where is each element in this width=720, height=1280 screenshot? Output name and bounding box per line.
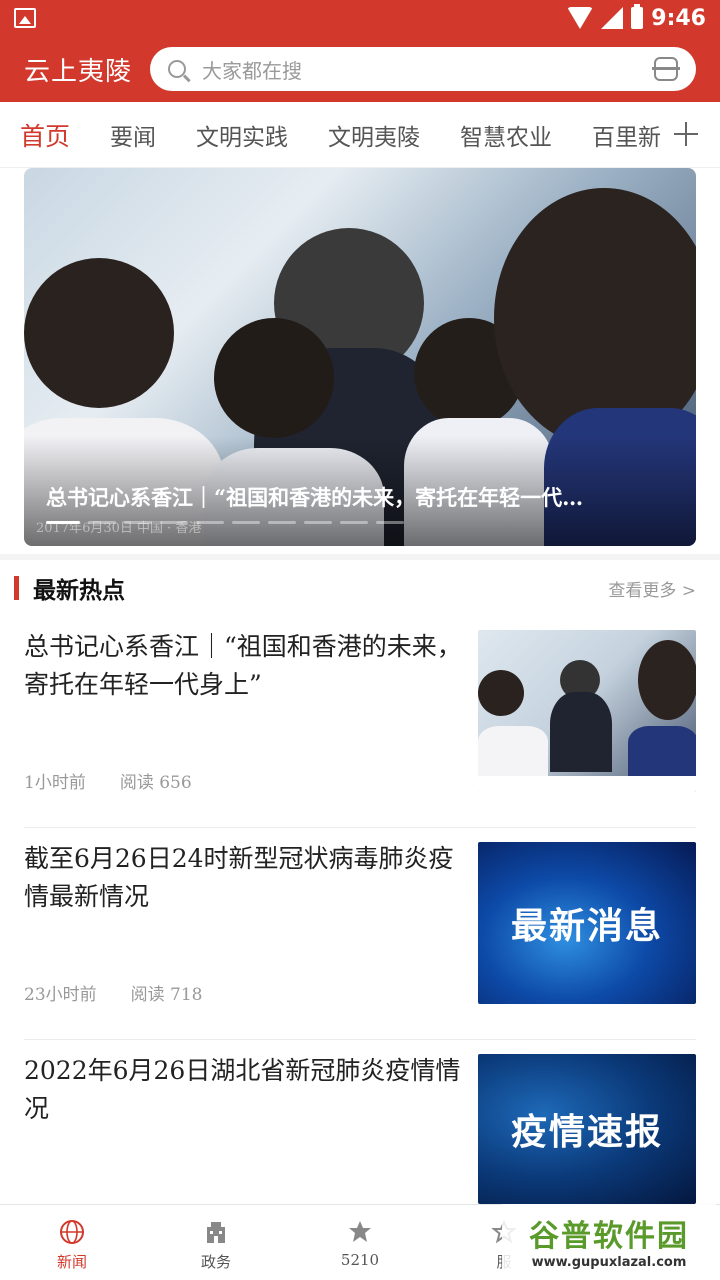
- carousel-dot: [340, 521, 368, 524]
- building-icon: [207, 1222, 225, 1243]
- news-thumbnail[interactable]: [478, 630, 696, 792]
- news-time: 23小时前: [24, 985, 97, 1005]
- app-header: 云上夷陵 大家都在搜: [0, 36, 720, 102]
- status-time: 9:46: [651, 5, 706, 31]
- add-tab-icon[interactable]: [674, 122, 698, 146]
- banner-photo-figure: [214, 318, 334, 438]
- nav-government[interactable]: 政务: [144, 1205, 288, 1280]
- news-title[interactable]: 总书记心系香江｜“祖国和香港的未来，寄托在年轻一代身上”: [24, 628, 464, 704]
- view-more-link[interactable]: 查看更多 >: [608, 576, 696, 601]
- news-thumbnail[interactable]: 疫情速报: [478, 1054, 696, 1204]
- tab-baili[interactable]: 百里新: [592, 118, 661, 152]
- section-title: 最新热点: [33, 577, 125, 604]
- scan-icon[interactable]: [652, 57, 680, 81]
- banner-photo-figure: [24, 258, 174, 408]
- watermark-url: www.gupuxlazal.com: [531, 1254, 687, 1270]
- news-item[interactable]: 总书记心系香江｜“祖国和香港的未来，寄托在年轻一代身上” 1小时前 阅读 656: [24, 616, 696, 828]
- news-reads: 阅读 718: [130, 985, 203, 1005]
- tab-civilized-yiling[interactable]: 文明夷陵: [328, 118, 420, 152]
- carousel-dot: [268, 521, 296, 524]
- tab-civilization-practice[interactable]: 文明实践: [196, 118, 288, 152]
- banner-title[interactable]: 总书记心系香江｜“祖国和香港的未来，寄托在年轻一代…: [46, 482, 674, 512]
- wifi-icon: [567, 7, 594, 29]
- watermark-text: 谷普软件园: [529, 1218, 689, 1254]
- tab-smart-agriculture[interactable]: 智慧农业: [460, 118, 552, 152]
- news-thumbnail[interactable]: 最新消息: [478, 842, 696, 1004]
- carousel-dot: [232, 521, 260, 524]
- section-accent-bar: [14, 576, 19, 600]
- nav-5210[interactable]: 5210: [288, 1205, 432, 1280]
- tab-home[interactable]: 首页: [20, 117, 70, 153]
- status-bar: 9:46: [0, 0, 720, 36]
- banner-photo-caption: 2017年6月30日 中国 · 香港: [36, 521, 202, 536]
- nav-label: 新闻: [56, 1253, 87, 1271]
- news-title[interactable]: 2022年6月26日湖北省新冠肺炎疫情情况: [24, 1052, 464, 1128]
- banner-carousel[interactable]: 总书记心系香江｜“祖国和香港的未来，寄托在年轻一代… 2017年6月30日 中国…: [24, 168, 696, 546]
- search-icon: [168, 60, 186, 78]
- nav-label: 政务: [200, 1253, 231, 1271]
- globe-icon: [60, 1220, 84, 1244]
- news-reads: 阅读 656: [119, 773, 192, 793]
- news-meta: 1小时前 阅读 656: [24, 768, 192, 793]
- image-notification-icon: [14, 8, 36, 28]
- battery-icon: [631, 4, 644, 29]
- carousel-dot: [304, 521, 332, 524]
- tab-headlines[interactable]: 要闻: [110, 118, 156, 152]
- carousel-dot: [376, 521, 404, 524]
- news-item[interactable]: 截至6月26日24时新型冠状病毒肺炎疫情最新情况 23小时前 阅读 718 最新…: [24, 828, 696, 1040]
- nav-news[interactable]: 新闻: [0, 1205, 144, 1280]
- signal-icon: [601, 7, 624, 29]
- section-header-hot: 最新热点 查看更多 >: [0, 554, 720, 616]
- search-bar[interactable]: 大家都在搜: [150, 47, 696, 91]
- watermark: 谷普软件园 www.gupuxlazal.com: [502, 1204, 716, 1276]
- news-meta: 23小时前 阅读 718: [24, 980, 203, 1005]
- app-title: 云上夷陵: [24, 56, 133, 87]
- news-time: 1小时前: [24, 773, 86, 793]
- search-placeholder: 大家都在搜: [202, 58, 302, 83]
- nav-label: 5210: [340, 1251, 380, 1269]
- leaf-icon: [349, 1221, 371, 1242]
- category-tabs: 首页 要闻 文明实践 文明夷陵 智慧农业 百里新: [0, 102, 720, 168]
- news-title[interactable]: 截至6月26日24时新型冠状病毒肺炎疫情最新情况: [24, 840, 464, 916]
